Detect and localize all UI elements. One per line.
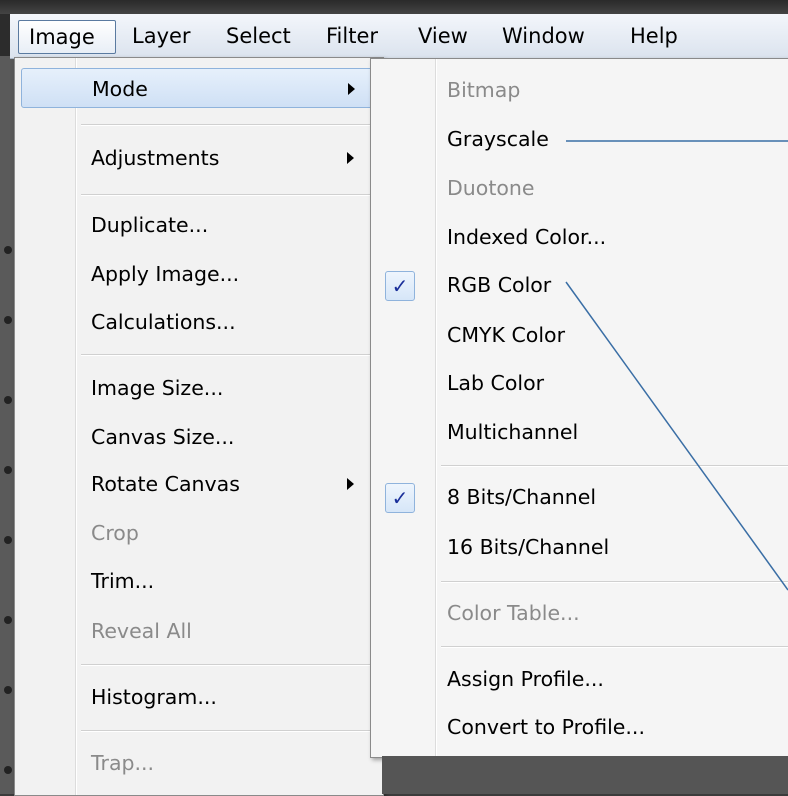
menu-item-label: Convert to Profile... (447, 715, 645, 739)
submenu-arrow-icon (347, 152, 354, 164)
checkmark-icon: ✓ (385, 271, 415, 301)
mode-item-bitmap[interactable]: Bitmap (371, 70, 788, 110)
tool-icon[interactable] (4, 686, 12, 694)
menu-item-histogram[interactable]: Histogram... (15, 677, 383, 717)
tool-icon[interactable] (4, 466, 12, 474)
mode-item-8-bits[interactable]: ✓ 8 Bits/Channel (371, 477, 788, 517)
window-frame-top (0, 0, 788, 14)
menu-item-canvas-size[interactable]: Canvas Size... (15, 417, 383, 457)
mode-item-grayscale[interactable]: Grayscale (371, 119, 788, 159)
menu-item-label: Apply Image... (91, 262, 240, 286)
menu-item-label: Trim... (91, 569, 155, 593)
mode-item-rgb-color[interactable]: ✓ RGB Color (371, 265, 788, 305)
menu-item-label: Adjustments (91, 146, 220, 170)
menu-separator (81, 124, 379, 126)
mode-item-color-table[interactable]: Color Table... (371, 593, 788, 633)
menu-separator (81, 194, 379, 196)
menu-separator (81, 730, 379, 732)
mode-item-convert-to-profile[interactable]: Convert to Profile... (371, 707, 788, 747)
mode-item-lab-color[interactable]: Lab Color (371, 363, 788, 403)
menu-item-label: CMYK Color (447, 323, 566, 347)
tool-icon[interactable] (4, 396, 12, 404)
menu-item-apply-image[interactable]: Apply Image... (15, 254, 383, 294)
menu-item-rotate-canvas[interactable]: Rotate Canvas (15, 464, 383, 504)
menu-select[interactable]: Select (216, 14, 301, 58)
menu-item-label: 16 Bits/Channel (447, 535, 610, 559)
menu-item-crop[interactable]: Crop (15, 513, 383, 553)
menu-view-label: View (418, 24, 468, 48)
menu-image[interactable]: Image (18, 20, 116, 54)
menu-item-label: RGB Color (447, 273, 552, 297)
menu-item-adjustments[interactable]: Adjustments (15, 138, 383, 178)
mode-item-multichannel[interactable]: Multichannel (371, 412, 788, 452)
menu-item-label: Rotate Canvas (91, 472, 240, 496)
menu-bar: Image Layer Select Filter View Window He… (10, 14, 788, 59)
menu-item-label: Calculations... (91, 310, 236, 334)
tool-icon[interactable] (4, 766, 12, 774)
menu-item-trim[interactable]: Trim... (15, 561, 383, 601)
mode-submenu: Bitmap Grayscale Duotone Indexed Color..… (370, 58, 788, 758)
menu-separator (441, 646, 788, 648)
menu-item-label: Lab Color (447, 371, 545, 395)
menu-item-label: Grayscale (447, 127, 549, 151)
menu-item-image-size[interactable]: Image Size... (15, 368, 383, 408)
tool-icon[interactable] (4, 616, 12, 624)
mode-item-duotone[interactable]: Duotone (371, 168, 788, 208)
mode-item-16-bits[interactable]: 16 Bits/Channel (371, 527, 788, 567)
mode-item-indexed-color[interactable]: Indexed Color... (371, 217, 788, 257)
menu-item-label: Color Table... (447, 601, 580, 625)
tool-icon[interactable] (4, 536, 12, 544)
menu-item-label: Duplicate... (91, 213, 209, 237)
menu-view[interactable]: View (408, 14, 478, 58)
menu-item-duplicate[interactable]: Duplicate... (15, 205, 383, 245)
menu-item-label: 8 Bits/Channel (447, 485, 597, 509)
menu-filter-label: Filter (326, 24, 379, 48)
menu-item-label: Bitmap (447, 78, 521, 102)
menu-select-label: Select (226, 24, 291, 48)
menu-layer-label: Layer (132, 24, 191, 48)
tool-icon[interactable] (4, 316, 12, 324)
menu-item-label: Duotone (447, 176, 535, 200)
menu-window-label: Window (502, 24, 585, 48)
menu-help-label: Help (630, 24, 678, 48)
menu-item-calculations[interactable]: Calculations... (15, 302, 383, 342)
menu-window[interactable]: Window (492, 14, 595, 58)
menu-separator (81, 664, 379, 666)
menu-gutter (436, 59, 437, 757)
mode-item-assign-profile[interactable]: Assign Profile... (371, 659, 788, 699)
menu-item-label: Trap... (91, 751, 155, 775)
menu-item-label: Histogram... (91, 685, 217, 709)
submenu-arrow-icon (348, 83, 355, 95)
menu-item-label: Indexed Color... (447, 225, 607, 249)
image-menu-dropdown: Mode Adjustments Duplicate... Apply Imag… (14, 57, 384, 796)
menu-item-label: Assign Profile... (447, 667, 604, 691)
menu-item-reveal-all[interactable]: Reveal All (15, 611, 383, 651)
menu-help[interactable]: Help (620, 14, 688, 58)
submenu-arrow-icon (347, 478, 354, 490)
document-canvas-area (382, 756, 788, 794)
menu-item-trap[interactable]: Trap... (15, 743, 383, 783)
menu-item-label: Crop (91, 521, 139, 545)
menu-item-label: Canvas Size... (91, 425, 235, 449)
menu-item-label: Reveal All (91, 619, 192, 643)
tool-icon[interactable] (4, 246, 12, 254)
mode-item-cmyk-color[interactable]: CMYK Color (371, 315, 788, 355)
menu-item-label: Image Size... (91, 376, 224, 400)
menu-item-mode[interactable]: Mode (21, 68, 377, 108)
checkmark-icon: ✓ (385, 483, 415, 513)
menu-layer[interactable]: Layer (122, 14, 201, 58)
menu-separator (441, 465, 788, 467)
menu-separator (81, 354, 379, 356)
menu-item-label: Mode (92, 77, 148, 101)
menu-item-label: Multichannel (447, 420, 579, 444)
menu-filter[interactable]: Filter (316, 14, 388, 58)
menu-image-label: Image (29, 25, 95, 49)
menu-separator (441, 581, 788, 583)
